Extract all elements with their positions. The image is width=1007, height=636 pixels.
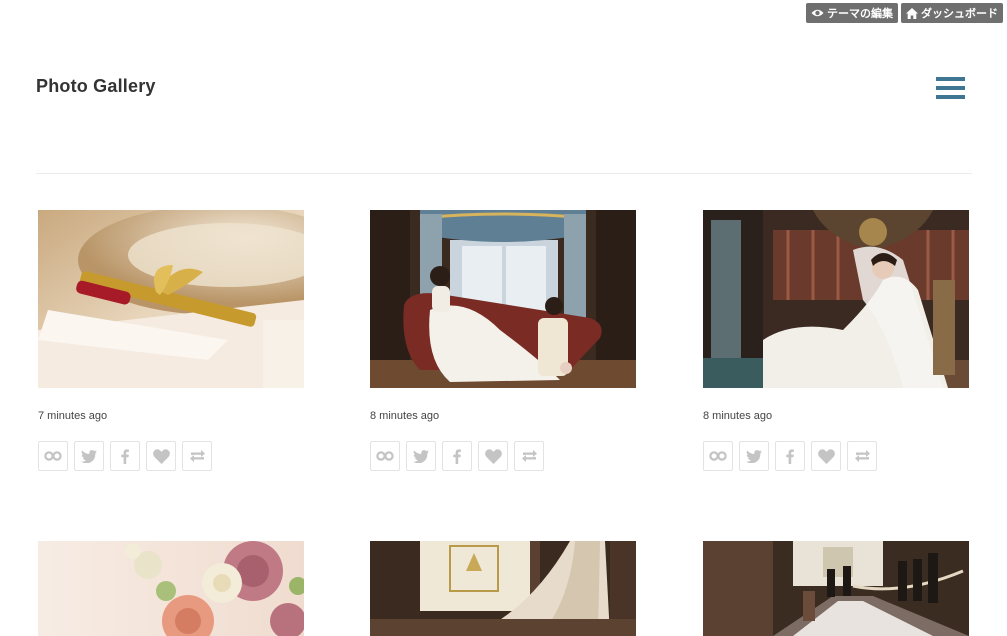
twitter-icon [746, 449, 762, 463]
permalink-icon [709, 451, 727, 461]
post-photo[interactable] [38, 210, 304, 388]
gold-pen-on-plate-photo [38, 210, 304, 388]
dashboard-button[interactable]: ダッシュボード [901, 3, 1003, 23]
like-button[interactable] [146, 441, 176, 471]
post-photo[interactable] [703, 210, 969, 388]
post-actions [38, 441, 304, 471]
post-timestamp: 8 minutes ago [370, 410, 440, 422]
permalink-button[interactable] [703, 441, 733, 471]
post-timestamp: 7 minutes ago [38, 410, 108, 422]
permalink-button[interactable] [38, 441, 68, 471]
home-icon [906, 7, 918, 19]
facebook-button[interactable] [442, 441, 472, 471]
post-actions [703, 441, 969, 471]
hamburger-menu-icon[interactable] [936, 77, 965, 99]
post-card [38, 541, 304, 636]
post-photo[interactable] [38, 541, 304, 636]
reblog-button[interactable] [847, 441, 877, 471]
facebook-icon [121, 448, 129, 464]
bride-in-chair-photo [703, 210, 969, 388]
reblog-button[interactable] [182, 441, 212, 471]
wedding-dress-train-photo [370, 541, 636, 636]
twitter-button[interactable] [74, 441, 104, 471]
post-card [703, 541, 969, 636]
reblog-button[interactable] [514, 441, 544, 471]
facebook-button[interactable] [110, 441, 140, 471]
facebook-icon [453, 448, 461, 464]
rose-bouquet-photo [38, 541, 304, 636]
post-card: 8 minutes ago [370, 210, 636, 471]
eye-icon [811, 9, 824, 17]
twitter-icon [413, 449, 429, 463]
permalink-icon [44, 451, 62, 461]
reblog-icon [189, 450, 205, 462]
reblog-icon [854, 450, 870, 462]
like-icon [152, 448, 170, 464]
post-photo[interactable] [370, 210, 636, 388]
edit-theme-label: テーマの編集 [827, 8, 893, 20]
post-photo[interactable] [370, 541, 636, 636]
like-icon [817, 448, 835, 464]
admin-bar: テーマの編集 ダッシュボード [806, 3, 1003, 23]
dashboard-label: ダッシュボード [921, 8, 998, 20]
like-icon [484, 448, 502, 464]
twitter-button[interactable] [739, 441, 769, 471]
post-card: 7 minutes ago [38, 210, 304, 471]
facebook-icon [786, 448, 794, 464]
like-button[interactable] [478, 441, 508, 471]
permalink-icon [376, 451, 394, 461]
header-divider [36, 173, 972, 174]
couple-on-sofa-photo [370, 210, 636, 388]
site-title[interactable]: Photo Gallery [36, 76, 156, 97]
post-card: 8 minutes ago [703, 210, 969, 471]
permalink-button[interactable] [370, 441, 400, 471]
twitter-icon [81, 449, 97, 463]
post-timestamp: 8 minutes ago [703, 410, 773, 422]
edit-theme-button[interactable]: テーマの編集 [806, 3, 898, 23]
like-button[interactable] [811, 441, 841, 471]
chapel-aisle-photo [703, 541, 969, 636]
post-actions [370, 441, 636, 471]
facebook-button[interactable] [775, 441, 805, 471]
post-photo[interactable] [703, 541, 969, 636]
twitter-button[interactable] [406, 441, 436, 471]
reblog-icon [521, 450, 537, 462]
post-card [370, 541, 636, 636]
